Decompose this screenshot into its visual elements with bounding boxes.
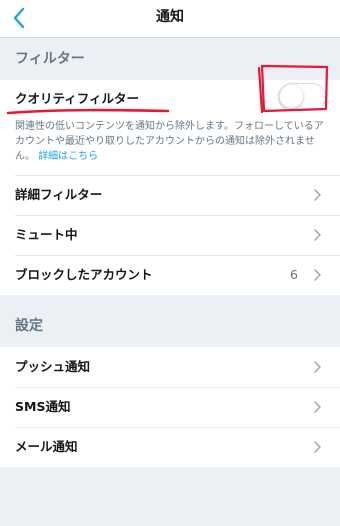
muted-label: ミュート中 <box>15 227 78 242</box>
filter-section-header: フィルター <box>0 38 340 80</box>
muted-row[interactable]: ミュート中 <box>0 215 340 255</box>
push-notification-row[interactable]: プッシュ通知 <box>0 347 340 387</box>
blocked-accounts-count: 6 <box>290 267 298 282</box>
chevron-right-icon <box>314 441 321 453</box>
chevron-right-icon <box>314 229 321 241</box>
toggle-knob <box>280 85 303 108</box>
page-title: 通知 <box>156 9 184 25</box>
chevron-right-icon <box>314 401 321 413</box>
sms-notification-label: SMS通知 <box>15 399 71 414</box>
blocked-accounts-row[interactable]: ブロックしたアカウント 6 <box>0 255 340 295</box>
email-notification-row[interactable]: メール通知 <box>0 427 340 467</box>
quality-filter-description: 関連性の低いコンテンツを通知から除外します。フォローしているアカウントや最近やり… <box>15 119 333 164</box>
email-notification-label: メール通知 <box>15 439 78 454</box>
advanced-filter-row[interactable]: 詳細フィルター <box>0 175 340 215</box>
sms-notification-row[interactable]: SMS通知 <box>0 387 340 427</box>
chevron-right-icon <box>314 361 321 373</box>
learn-more-link[interactable]: 詳細はこちら <box>38 151 98 162</box>
advanced-filter-label: 詳細フィルター <box>15 187 103 202</box>
chevron-right-icon <box>314 269 321 281</box>
settings-section-header: 設定 <box>0 305 340 347</box>
navigation-bar: 通知 <box>0 0 340 38</box>
push-notification-label: プッシュ通知 <box>15 359 91 374</box>
quality-filter-toggle[interactable] <box>278 83 326 111</box>
quality-filter-label: クオリティフィルター <box>15 91 140 106</box>
blocked-accounts-label: ブロックしたアカウント <box>15 267 153 282</box>
chevron-right-icon <box>314 189 321 201</box>
